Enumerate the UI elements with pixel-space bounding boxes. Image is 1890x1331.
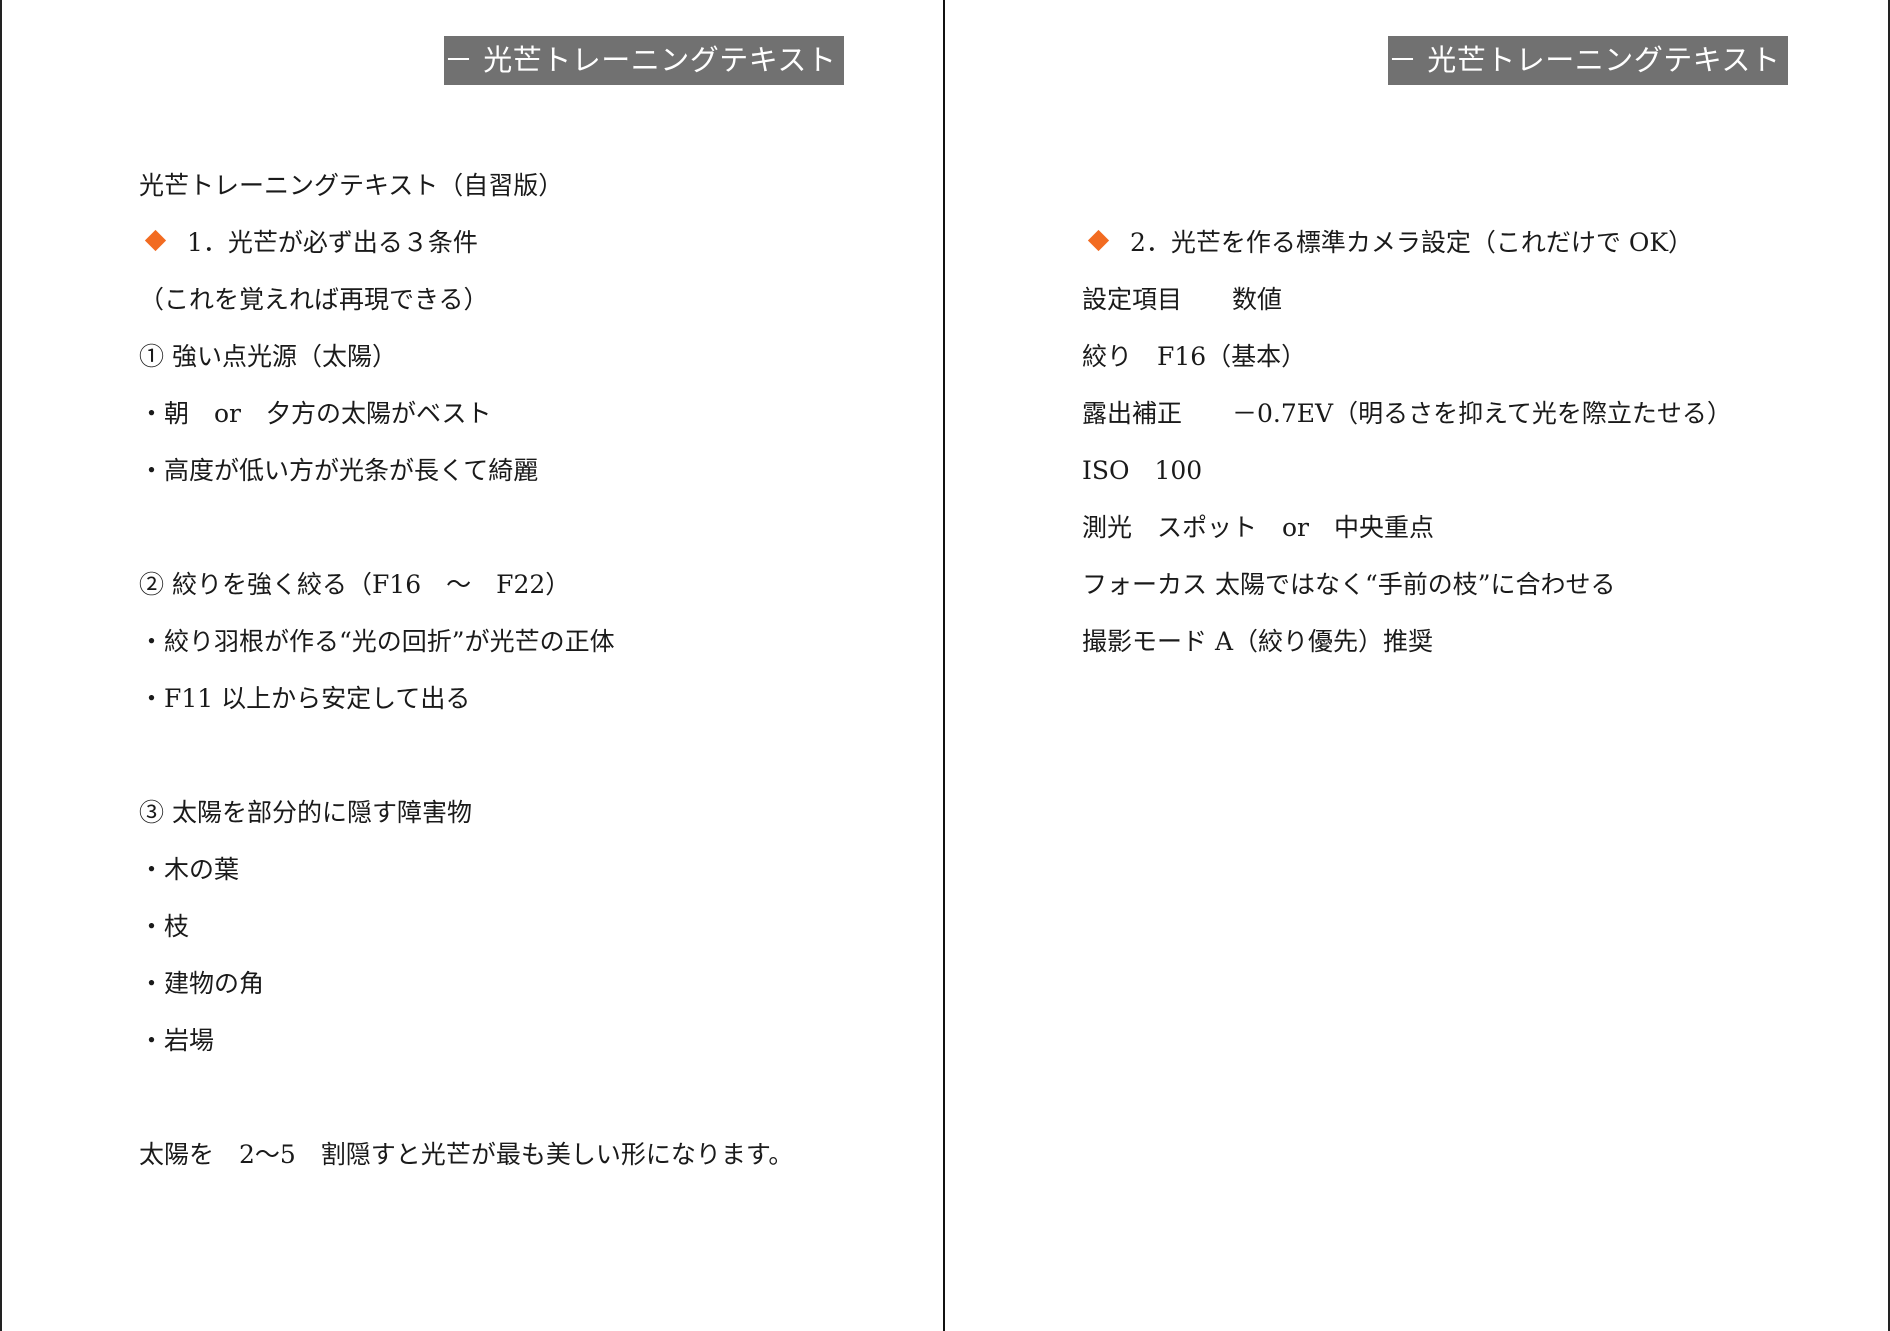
orange-diamond-icon <box>144 229 167 252</box>
bullet-item: ・岩場 <box>139 1026 215 1055</box>
bullet-item: ・F11 以上から安定して出る <box>139 684 471 713</box>
right-page-header: － 光芒トレーニングテキスト (2) － <box>1388 36 1871 85</box>
setting-row-metering: 測光 スポット or 中央重点 <box>1082 513 1435 542</box>
condition-1-heading: ① 強い点光源（太陽） <box>139 342 397 371</box>
setting-row-exposure: 露出補正 －0.7EV（明るさを抑えて光を際立たせる） <box>1082 399 1732 428</box>
bullet-item: ・朝 or 夕方の太陽がベスト <box>139 399 492 428</box>
document-spread: － 光芒トレーニングテキスト (1) － 光芒トレーニングテキスト（自習版） 1… <box>0 0 1890 1331</box>
setting-row-mode: 撮影モード A（絞り優先）推奨 <box>1082 627 1434 656</box>
section-1-heading: 1．光芒が必ず出る３条件 <box>139 227 478 259</box>
setting-row-aperture: 絞り F16（基本） <box>1082 342 1307 371</box>
setting-row-focus: フォーカス 太陽ではなく“手前の枝”に合わせる <box>1082 570 1616 599</box>
bullet-item: ・建物の角 <box>139 969 265 998</box>
bullet-item: ・枝 <box>139 912 190 941</box>
orange-diamond-icon <box>1087 229 1110 252</box>
setting-row-iso: ISO 100 <box>1082 456 1203 485</box>
left-page: － 光芒トレーニングテキスト (1) － 光芒トレーニングテキスト（自習版） 1… <box>0 0 945 1331</box>
condition-2-heading: ② 絞りを強く絞る（F16 ～ F22） <box>139 570 571 599</box>
settings-header-row: 設定項目 数値 <box>1082 285 1283 314</box>
left-page-header: － 光芒トレーニングテキスト (1) － <box>444 36 927 85</box>
bullet-item: ・高度が低い方が光条が長くて綺麗 <box>139 456 539 485</box>
condition-3-heading: ③ 太陽を部分的に隠す障害物 <box>139 798 472 827</box>
section-1-heading-text: 1．光芒が必ず出る３条件 <box>187 228 478 257</box>
bullet-item: ・絞り羽根が作る“光の回折”が光芒の正体 <box>139 627 615 656</box>
section-2-heading-text: 2．光芒を作る標準カメラ設定（これだけで OK） <box>1130 228 1694 257</box>
right-page: － 光芒トレーニングテキスト (2) － 2．光芒を作る標準カメラ設定（これだけ… <box>945 0 1890 1331</box>
section-2-heading: 2．光芒を作る標準カメラ設定（これだけで OK） <box>1082 227 1693 259</box>
bullet-item: ・木の葉 <box>139 855 240 884</box>
summary-text: 太陽を 2～5 割隠すと光芒が最も美しい形になります。 <box>139 1140 794 1169</box>
text-line: （これを覚えれば再現できる） <box>139 285 489 314</box>
document-title: 光芒トレーニングテキスト（自習版） <box>139 171 564 200</box>
